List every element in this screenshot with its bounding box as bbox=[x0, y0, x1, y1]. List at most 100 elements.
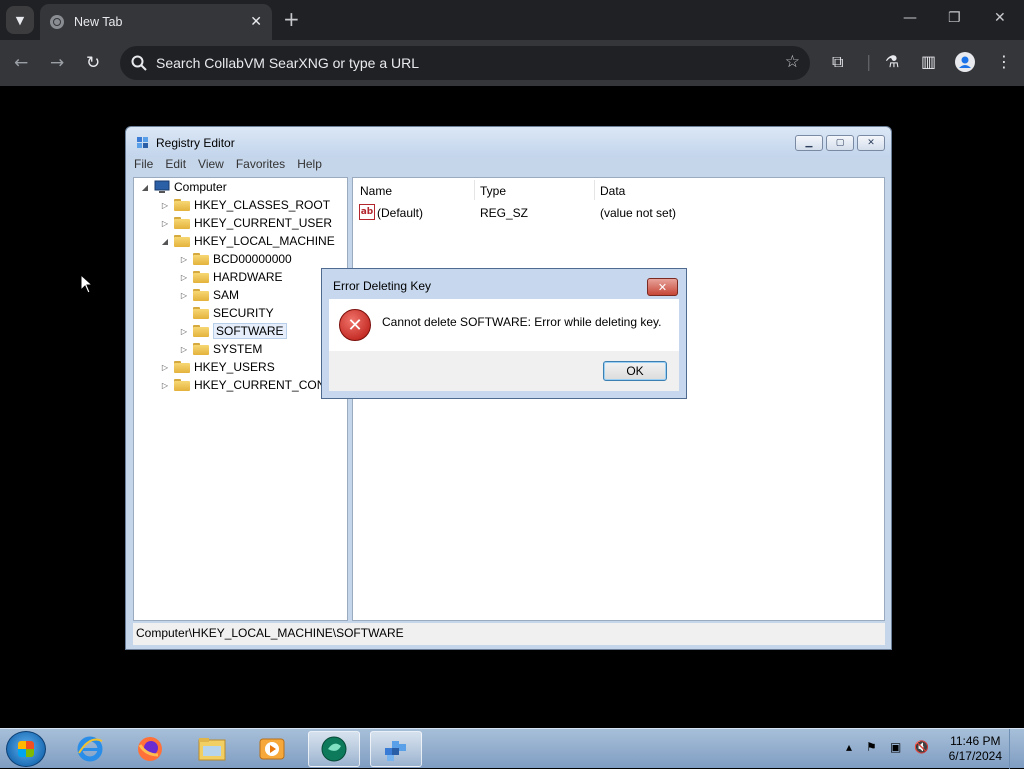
browser-toolbar: ← → ↻ Search CollabVM SearXNG or type a … bbox=[0, 40, 1024, 86]
show-hidden-icons-icon[interactable]: ▴ bbox=[846, 740, 852, 754]
taskbar-ie[interactable] bbox=[64, 731, 116, 767]
back-button[interactable]: ← bbox=[14, 53, 28, 73]
menu-kebab-icon[interactable]: ⋮ bbox=[996, 52, 1012, 71]
tree-node-security[interactable]: SECURITY bbox=[179, 304, 274, 322]
network-icon[interactable]: ▣ bbox=[890, 740, 901, 754]
labs-icon[interactable]: ⚗ bbox=[885, 52, 899, 71]
tree-node-hkcc[interactable]: ▷ HKEY_CURRENT_CONF bbox=[160, 376, 333, 394]
column-divider[interactable] bbox=[594, 180, 595, 200]
start-button[interactable] bbox=[6, 731, 46, 767]
folder-icon bbox=[174, 235, 190, 247]
media-player-icon bbox=[259, 738, 285, 760]
status-bar: Computer\HKEY_LOCAL_MACHINE\SOFTWARE bbox=[133, 623, 885, 645]
values-list-pane[interactable]: Name Type Data ab (Default) REG_SZ (valu… bbox=[352, 177, 885, 621]
action-center-flag-icon[interactable]: ⚑ bbox=[866, 740, 877, 754]
taskbar-clock[interactable]: 11:46 PM 6/17/2024 bbox=[949, 734, 1002, 764]
close-window-icon[interactable]: ✕ bbox=[994, 10, 1006, 26]
tab-new-tab[interactable]: New Tab ✕ bbox=[40, 4, 272, 40]
app-icon bbox=[321, 736, 347, 762]
tree-node-system[interactable]: ▷ SYSTEM bbox=[179, 340, 262, 358]
tree-label: HKEY_USERS bbox=[194, 360, 275, 374]
forward-button[interactable]: → bbox=[50, 53, 64, 73]
column-header-name[interactable]: Name bbox=[360, 184, 392, 198]
tree-label: Computer bbox=[174, 180, 227, 194]
bookmark-star-icon[interactable]: ☆ bbox=[785, 52, 800, 72]
new-tab-button[interactable]: + bbox=[283, 9, 300, 29]
folder-icon bbox=[174, 379, 190, 391]
regedit-close-button[interactable]: ✕ bbox=[857, 135, 885, 151]
tree-label: HKEY_CURRENT_USER bbox=[194, 216, 333, 230]
expand-arrow-icon[interactable]: ▷ bbox=[179, 327, 189, 336]
expand-arrow-icon[interactable]: ▷ bbox=[179, 345, 189, 354]
extensions-icon[interactable]: ⧉ bbox=[832, 52, 843, 72]
tree-label-selected: SOFTWARE bbox=[213, 323, 287, 339]
tree-label: SAM bbox=[213, 288, 240, 302]
firefox-icon bbox=[138, 737, 162, 761]
tree-node-software[interactable]: ▷ SOFTWARE bbox=[179, 322, 287, 340]
collapse-arrow-icon[interactable]: ◢ bbox=[160, 237, 170, 246]
regedit-minimize-button[interactable]: ▁ bbox=[795, 135, 823, 151]
ok-button[interactable]: OK bbox=[603, 361, 667, 381]
column-divider[interactable] bbox=[474, 180, 475, 200]
regedit-titlebar[interactable]: Registry Editor ▁ ▢ ✕ bbox=[126, 127, 891, 157]
tree-node-hardware[interactable]: ▷ HARDWARE bbox=[179, 268, 283, 286]
taskbar-explorer[interactable] bbox=[186, 731, 238, 767]
menu-help[interactable]: Help bbox=[297, 157, 322, 175]
menu-view[interactable]: View bbox=[198, 157, 224, 175]
key-tree-pane[interactable]: ◢ Computer ▷ HKEY_CLASSES_ROOT ▷ HKEY_CU… bbox=[133, 177, 348, 621]
tab-close-icon[interactable]: ✕ bbox=[250, 14, 262, 30]
expand-arrow-icon[interactable]: ▷ bbox=[179, 273, 189, 282]
menu-edit[interactable]: Edit bbox=[165, 157, 186, 175]
collapse-arrow-icon[interactable]: ◢ bbox=[140, 183, 150, 192]
restore-icon[interactable]: ❐ bbox=[948, 10, 961, 26]
menu-favorites[interactable]: Favorites bbox=[236, 157, 285, 175]
profile-avatar-icon[interactable] bbox=[955, 52, 975, 76]
browser-tabstrip: ▼ New Tab ✕ + — ❐ ✕ bbox=[0, 0, 1024, 40]
folder-icon bbox=[193, 325, 209, 337]
regedit-maximize-button[interactable]: ▢ bbox=[826, 135, 854, 151]
tree-node-sam[interactable]: ▷ SAM bbox=[179, 286, 239, 304]
tree-node-bcd[interactable]: ▷ BCD00000000 bbox=[179, 250, 292, 268]
clock-date: 6/17/2024 bbox=[948, 749, 1002, 763]
expand-arrow-icon[interactable]: ▷ bbox=[160, 363, 170, 372]
clock-time: 11:46 PM bbox=[950, 734, 1001, 748]
tab-title: New Tab bbox=[74, 15, 123, 29]
tree-node-hklm[interactable]: ◢ HKEY_LOCAL_MACHINE bbox=[160, 232, 335, 250]
expand-arrow-icon[interactable]: ▷ bbox=[160, 381, 170, 390]
column-header-data[interactable]: Data bbox=[600, 184, 625, 198]
tree-node-hkcr[interactable]: ▷ HKEY_CLASSES_ROOT bbox=[160, 196, 330, 214]
side-panel-icon[interactable]: ▥ bbox=[921, 52, 936, 71]
expand-arrow-icon[interactable]: ▷ bbox=[179, 255, 189, 264]
taskbar-regedit[interactable] bbox=[370, 731, 422, 767]
toolbar-divider: | bbox=[866, 52, 872, 71]
minimize-icon[interactable]: — bbox=[903, 10, 917, 26]
value-data: (value not set) bbox=[600, 206, 677, 220]
dialog-close-button[interactable]: ✕ bbox=[647, 278, 678, 296]
expand-arrow-icon[interactable]: ▷ bbox=[160, 201, 170, 210]
address-input[interactable]: Search CollabVM SearXNG or type a URL bbox=[156, 55, 419, 71]
menu-file[interactable]: File bbox=[134, 157, 153, 175]
column-header-type[interactable]: Type bbox=[480, 184, 506, 198]
dialog-title: Error Deleting Key bbox=[333, 279, 432, 293]
regedit-menubar: File Edit View Favorites Help bbox=[134, 157, 322, 175]
volume-muted-icon[interactable]: 🔇 bbox=[914, 740, 929, 754]
regedit-icon bbox=[385, 741, 406, 761]
tab-search-button[interactable]: ▼ bbox=[6, 6, 34, 34]
reload-button[interactable]: ↻ bbox=[86, 53, 100, 73]
tree-node-hku[interactable]: ▷ HKEY_USERS bbox=[160, 358, 275, 376]
dialog-message: Cannot delete SOFTWARE: Error while dele… bbox=[382, 315, 662, 329]
taskbar-app-active[interactable] bbox=[308, 731, 360, 767]
expand-arrow-icon[interactable]: ▷ bbox=[160, 219, 170, 228]
tree-label: SECURITY bbox=[213, 306, 274, 320]
show-desktop-button[interactable] bbox=[1009, 729, 1024, 769]
taskbar-firefox[interactable] bbox=[124, 731, 176, 767]
error-icon: ✕ bbox=[339, 309, 371, 341]
address-bar[interactable]: Search CollabVM SearXNG or type a URL ☆ bbox=[120, 46, 810, 80]
expand-arrow-icon[interactable]: ▷ bbox=[179, 291, 189, 300]
tree-node-computer[interactable]: ◢ Computer bbox=[140, 178, 227, 196]
tree-node-hkcu[interactable]: ▷ HKEY_CURRENT_USER bbox=[160, 214, 332, 232]
taskbar-media-player[interactable] bbox=[246, 731, 298, 767]
internet-explorer-icon bbox=[77, 736, 103, 762]
regedit-title: Registry Editor bbox=[156, 136, 235, 150]
value-name[interactable]: (Default) bbox=[377, 206, 423, 220]
